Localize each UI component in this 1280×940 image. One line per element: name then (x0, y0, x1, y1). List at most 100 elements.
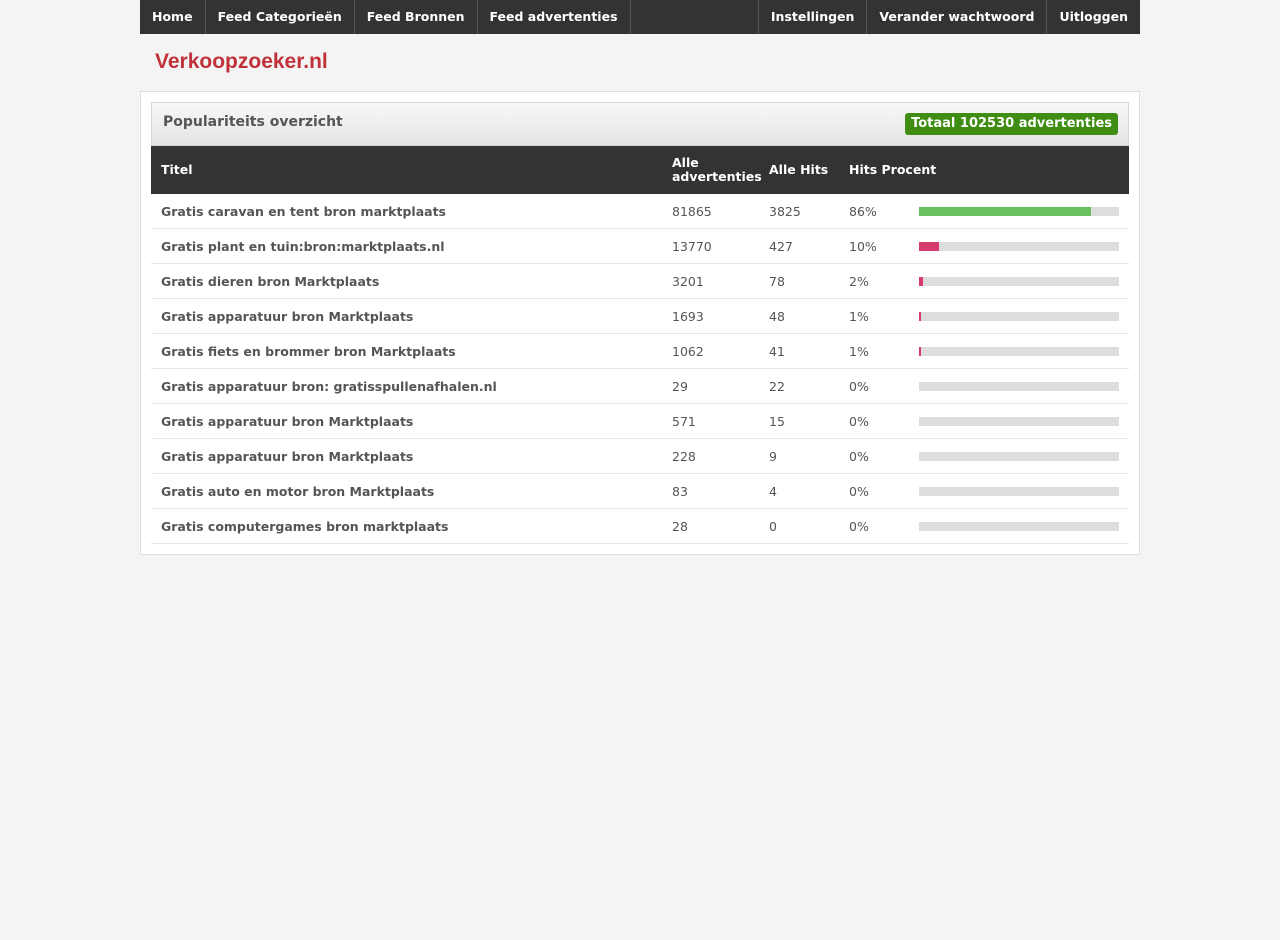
row-hits-percent: 0% (839, 473, 909, 509)
hits-progress-bar (919, 241, 1119, 251)
row-title[interactable]: Gratis apparatuur bron Marktplaats (151, 403, 662, 439)
hits-progress-bar (919, 381, 1119, 391)
hits-progress-fill (919, 346, 921, 356)
row-hits-percent: 2% (839, 263, 909, 299)
top-navigation: Home Feed Categorieën Feed Bronnen Feed … (140, 0, 1140, 34)
nav-uitloggen[interactable]: Uitloggen (1046, 0, 1140, 34)
nav-right-group: Instellingen Verander wachtwoord Uitlogg… (757, 0, 1140, 34)
row-hits-percent: 0% (839, 403, 909, 439)
nav-feed-categorieen[interactable]: Feed Categorieën (206, 0, 355, 34)
nav-feed-bronnen[interactable]: Feed Bronnen (355, 0, 478, 34)
row-progress-cell (909, 473, 1130, 509)
row-hits-percent: 1% (839, 298, 909, 334)
hits-progress-fill (919, 241, 939, 251)
row-progress-cell (909, 333, 1130, 369)
brand-title[interactable]: Verkoopzoeker.nl (155, 50, 328, 74)
table-row: Gratis auto en motor bron Marktplaats 83 4… (151, 473, 1130, 509)
row-title[interactable]: Gratis apparatuur bron Marktplaats (151, 298, 662, 334)
row-title[interactable]: Gratis apparatuur bron: gratisspullenafh… (151, 368, 662, 404)
table-row: Gratis computergames bron marktplaats 28 0… (151, 508, 1130, 544)
row-progress-cell (909, 508, 1130, 544)
hits-progress-bar (919, 451, 1119, 461)
table-row: Gratis plant en tuin:bron:marktplaats.nl… (151, 228, 1130, 264)
row-ads-count: 3201 (662, 263, 759, 299)
column-header-ads[interactable]: Alle advertenties (662, 146, 762, 194)
row-ads-count: 571 (662, 403, 759, 439)
row-ads-count: 228 (662, 438, 759, 474)
row-hits-count: 22 (759, 368, 839, 404)
table-row: Gratis dieren bron Marktplaats 3201 78 2% (151, 263, 1130, 299)
nav-home[interactable]: Home (140, 0, 206, 34)
row-hits-count: 427 (759, 228, 839, 264)
nav-verander-wachtwoord[interactable]: Verander wachtwoord (866, 0, 1046, 34)
nav-left-group: Home Feed Categorieën Feed Bronnen Feed … (140, 0, 631, 34)
row-hits-percent: 10% (839, 228, 909, 264)
row-ads-count: 13770 (662, 228, 759, 264)
popularity-table: Titel Alle advertenties Alle Hits Hits P… (151, 146, 1130, 544)
hits-progress-bar (919, 416, 1119, 426)
table-row: Gratis apparatuur bron Marktplaats 571 15 0… (151, 403, 1130, 439)
row-progress-cell (909, 263, 1130, 299)
column-header-ads-line2: advertenties (672, 169, 762, 184)
panel-header: Populariteits overzicht Totaal 102530 ad… (151, 102, 1129, 146)
total-ads-badge: Totaal 102530 advertenties (905, 113, 1118, 135)
table-header-row: Titel Alle advertenties Alle Hits Hits P… (151, 146, 1130, 194)
row-hits-count: 4 (759, 473, 839, 509)
hits-progress-fill (919, 311, 921, 321)
hits-progress-bar (919, 486, 1119, 496)
nav-feed-advertenties[interactable]: Feed advertenties (478, 0, 631, 34)
hits-progress-bar (919, 521, 1119, 531)
row-hits-count: 9 (759, 438, 839, 474)
hits-progress-fill (919, 276, 923, 286)
row-hits-count: 78 (759, 263, 839, 299)
row-hits-percent: 0% (839, 438, 909, 474)
column-header-ads-line1: Alle (672, 155, 699, 170)
row-hits-percent: 0% (839, 368, 909, 404)
table-row: Gratis fiets en brommer bron Marktplaats… (151, 333, 1130, 369)
table-row: Gratis apparatuur bron Marktplaats 1693 48… (151, 298, 1130, 334)
row-hits-percent: 1% (839, 333, 909, 369)
row-progress-cell (909, 228, 1130, 264)
table-row: Gratis caravan en tent bron marktplaats 8… (151, 194, 1130, 229)
column-header-hits[interactable]: Alle Hits (759, 146, 839, 194)
table-row: Gratis apparatuur bron: gratisspullenafh… (151, 368, 1130, 404)
panel-title: Populariteits overzicht (163, 114, 343, 130)
column-header-title[interactable]: Titel (151, 146, 662, 194)
row-hits-percent: 86% (839, 194, 909, 229)
row-progress-cell (909, 194, 1130, 229)
row-ads-count: 1062 (662, 333, 759, 369)
row-ads-count: 81865 (662, 194, 759, 229)
page-wrapper: Home Feed Categorieën Feed Bronnen Feed … (140, 0, 1140, 555)
row-title[interactable]: Gratis apparatuur bron Marktplaats (151, 438, 662, 474)
hits-progress-bar (919, 346, 1119, 356)
table-body: Gratis caravan en tent bron marktplaats 8… (151, 194, 1130, 544)
row-progress-cell (909, 403, 1130, 439)
row-progress-cell (909, 438, 1130, 474)
row-hits-count: 3825 (759, 194, 839, 229)
row-ads-count: 83 (662, 473, 759, 509)
row-title[interactable]: Gratis plant en tuin:bron:marktplaats.nl (151, 228, 662, 264)
row-progress-cell (909, 368, 1130, 404)
popularity-panel: Populariteits overzicht Totaal 102530 ad… (140, 91, 1140, 555)
row-ads-count: 28 (662, 508, 759, 544)
row-hits-count: 15 (759, 403, 839, 439)
row-hits-count: 41 (759, 333, 839, 369)
row-title[interactable]: Gratis dieren bron Marktplaats (151, 263, 662, 299)
row-ads-count: 1693 (662, 298, 759, 334)
row-title[interactable]: Gratis auto en motor bron Marktplaats (151, 473, 662, 509)
nav-instellingen[interactable]: Instellingen (757, 0, 867, 34)
hits-progress-bar (919, 276, 1119, 286)
row-hits-percent: 0% (839, 508, 909, 544)
row-title[interactable]: Gratis fiets en brommer bron Marktplaats (151, 333, 662, 369)
hits-progress-fill (919, 206, 1091, 216)
column-header-percent[interactable]: Hits Procent (839, 146, 1130, 194)
row-progress-cell (909, 298, 1130, 334)
row-hits-count: 48 (759, 298, 839, 334)
table-row: Gratis apparatuur bron Marktplaats 228 9 0% (151, 438, 1130, 474)
row-hits-count: 0 (759, 508, 839, 544)
hits-progress-bar (919, 311, 1119, 321)
row-title[interactable]: Gratis computergames bron marktplaats (151, 508, 662, 544)
row-ads-count: 29 (662, 368, 759, 404)
row-title[interactable]: Gratis caravan en tent bron marktplaats (151, 194, 662, 229)
hits-progress-bar (919, 206, 1119, 216)
